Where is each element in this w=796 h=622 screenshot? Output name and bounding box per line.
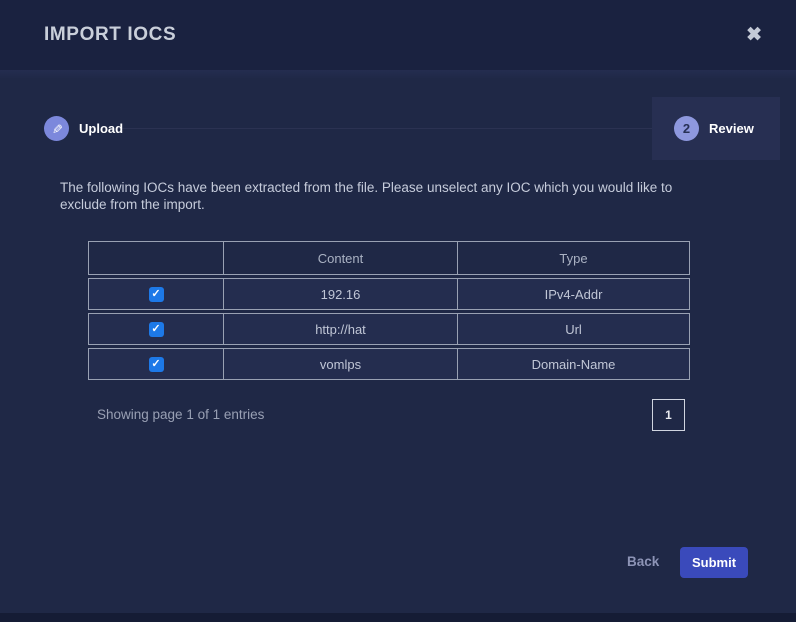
stepper-connector-line (118, 128, 652, 129)
table-row: ✓ vomlpsDomain-Name (88, 348, 690, 380)
page-button[interactable]: 1 (652, 399, 685, 431)
upload-step-circle: ✎ (44, 116, 69, 141)
content-cell: vomlps (224, 349, 458, 379)
review-step-label: Review (709, 121, 754, 136)
checkbox-cell: ✓ (89, 349, 224, 379)
instructions-text: The following IOCs have been extracted f… (60, 179, 722, 213)
stepper-step-review[interactable]: 2 Review (652, 97, 780, 160)
row-checkbox[interactable]: ✓ (149, 287, 164, 302)
back-button[interactable]: Back (627, 554, 659, 569)
table-row: ✓ 192.16IPv4-Addr (88, 278, 690, 310)
stepper: ✎ Upload 2 Review (0, 97, 796, 160)
pagination-status: Showing page 1 of 1 entries (97, 407, 264, 422)
table-body: ✓ 192.16IPv4-Addr ✓ http://hatUrl ✓ vomlpsDom… (88, 278, 690, 380)
table-header-content: Content (224, 242, 458, 274)
upload-step-label: Upload (79, 121, 123, 136)
table-header-checkbox-col (89, 242, 224, 274)
import-iocs-modal: IMPORT IOCS ✖ ✎ Upload 2 Review The foll… (0, 0, 796, 622)
checkbox-cell: ✓ (89, 279, 224, 309)
type-cell: IPv4-Addr (458, 279, 689, 309)
row-checkbox[interactable]: ✓ (149, 322, 164, 337)
header-divider (0, 70, 796, 79)
submit-button[interactable]: Submit (680, 547, 748, 578)
modal-header: IMPORT IOCS ✖ (0, 0, 796, 70)
review-step-circle: 2 (674, 116, 699, 141)
content-cell: 192.16 (224, 279, 458, 309)
modal-bottom-edge (0, 613, 796, 622)
type-cell: Domain-Name (458, 349, 689, 379)
checkbox-cell: ✓ (89, 314, 224, 344)
content-cell: http://hat (224, 314, 458, 344)
close-icon[interactable]: ✖ (746, 26, 762, 45)
table-header-type: Type (458, 242, 689, 274)
stepper-step-upload[interactable]: ✎ Upload (44, 97, 123, 160)
page-title: IMPORT IOCS (44, 24, 176, 46)
table-row: ✓ http://hatUrl (88, 313, 690, 345)
row-checkbox[interactable]: ✓ (149, 357, 164, 372)
table-header-row: Content Type (88, 241, 690, 275)
type-cell: Url (458, 314, 689, 344)
pencil-icon: ✎ (49, 123, 65, 134)
ioc-table: Content Type ✓ 192.16IPv4-Addr ✓ http://hat… (88, 241, 690, 380)
